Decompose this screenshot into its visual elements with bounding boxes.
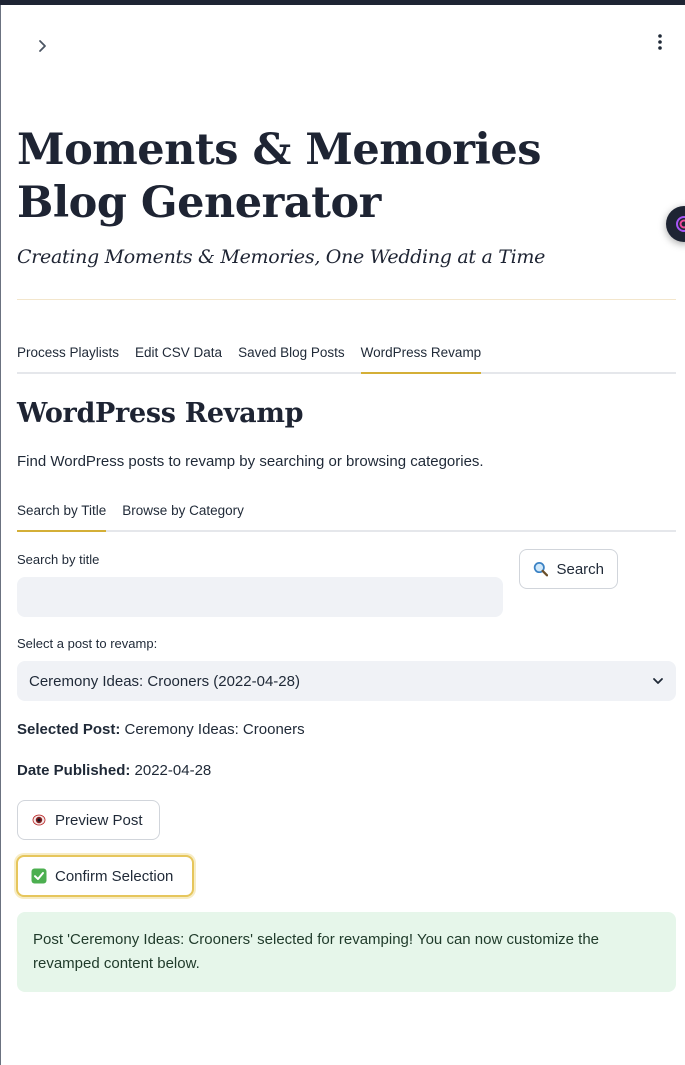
main-tab-bar: Process Playlists Edit CSV Data Saved Bl…	[17, 336, 676, 374]
success-alert-message: Post 'Ceremony Ideas: Crooners' selected…	[33, 931, 600, 972]
magnifier-icon	[533, 562, 549, 577]
search-label: Search by title	[17, 552, 100, 567]
section-description: Find WordPress posts to revamp by search…	[17, 453, 484, 470]
page-subtitle: Creating Moments & Memories, One Wedding…	[17, 246, 546, 268]
selected-post-value: Ceremony Ideas: Crooners	[124, 721, 305, 738]
main-menu-button[interactable]	[648, 30, 672, 54]
tab-saved-blog-posts[interactable]: Saved Blog Posts	[238, 336, 345, 374]
divider	[17, 299, 676, 300]
tab-browse-by-category[interactable]: Browse by Category	[122, 494, 244, 532]
post-select-value: Ceremony Ideas: Crooners (2022-04-28)	[29, 672, 300, 690]
success-alert: Post 'Ceremony Ideas: Crooners' selected…	[17, 912, 676, 992]
post-select-label: Select a post to revamp:	[17, 636, 158, 651]
page-title: Moments & Memories Blog Generator	[17, 125, 541, 228]
eye-icon	[32, 814, 46, 826]
preview-post-button[interactable]: Preview Post	[17, 800, 160, 840]
floating-assistant-button[interactable]	[666, 206, 685, 242]
post-select[interactable]: Ceremony Ideas: Crooners (2022-04-28)	[17, 661, 676, 701]
search-button[interactable]: Search	[519, 549, 618, 589]
section-heading: WordPress Revamp	[17, 398, 304, 429]
preview-post-label: Preview Post	[55, 811, 143, 829]
selected-post-info: Selected Post: Ceremony Ideas: Crooners	[17, 721, 305, 738]
tab-wordpress-revamp[interactable]: WordPress Revamp	[360, 336, 482, 374]
confirm-selection-label: Confirm Selection	[55, 867, 174, 885]
sub-tab-bar: Search by Title Browse by Category	[17, 494, 676, 532]
confirm-selection-button[interactable]: Confirm Selection	[16, 855, 194, 897]
selected-post-label: Selected Post:	[17, 721, 121, 738]
check-box-icon	[31, 868, 47, 884]
tab-search-by-title[interactable]: Search by Title	[17, 494, 107, 532]
chevron-down-icon	[653, 678, 663, 684]
chevron-right-icon	[39, 40, 46, 52]
date-published-label: Date Published:	[17, 762, 131, 779]
kebab-menu-icon	[658, 34, 662, 50]
search-button-label: Search	[556, 560, 604, 578]
sidebar-edge	[0, 5, 1, 1065]
top-bar	[0, 0, 685, 5]
date-published-info: Date Published: 2022-04-28	[17, 762, 211, 779]
spiral-icon	[676, 216, 685, 232]
search-input[interactable]	[17, 577, 503, 617]
date-published-value: 2022-04-28	[134, 762, 212, 779]
tab-process-playlists[interactable]: Process Playlists	[17, 336, 119, 374]
tab-edit-csv-data[interactable]: Edit CSV Data	[135, 336, 222, 374]
expand-sidebar-button[interactable]	[30, 33, 56, 59]
